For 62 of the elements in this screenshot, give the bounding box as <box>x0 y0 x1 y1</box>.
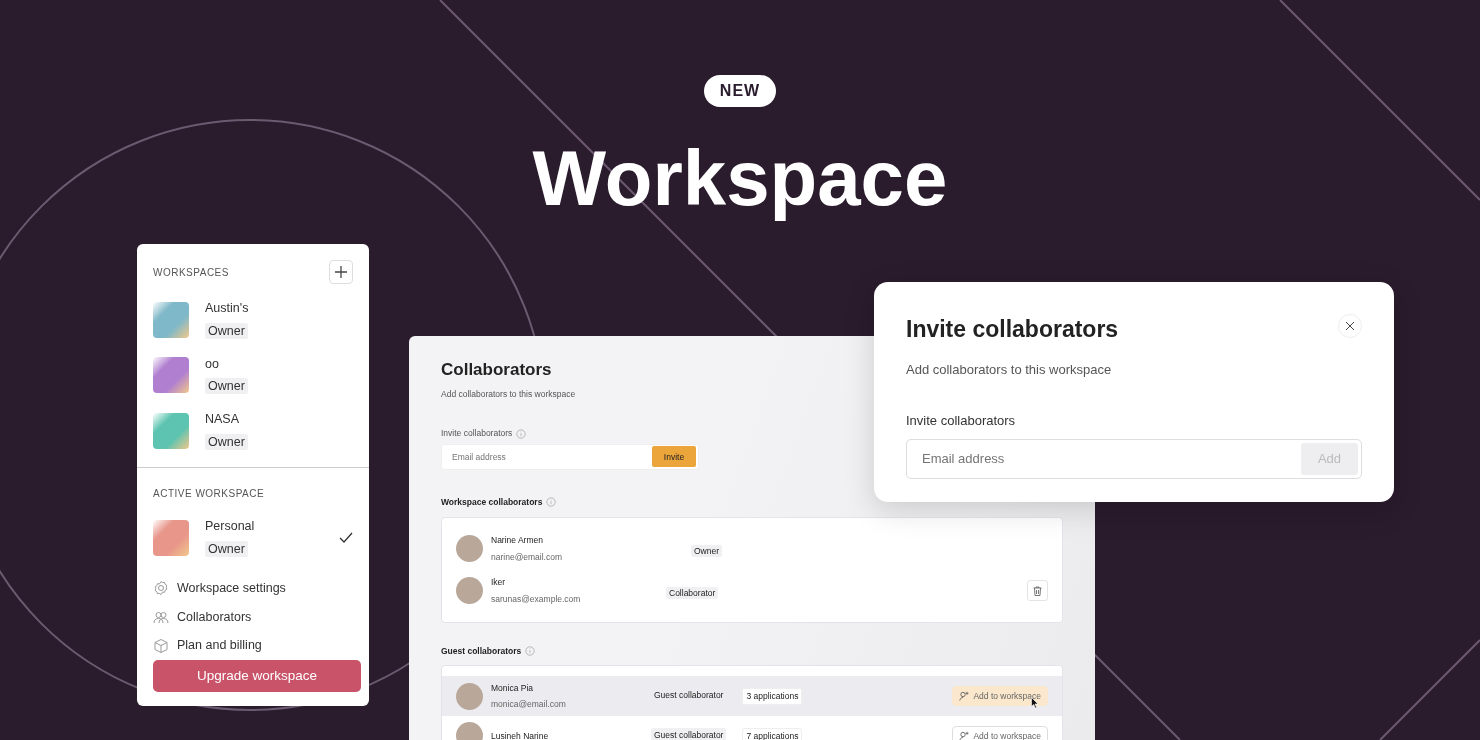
section-heading: Workspace collaborators <box>441 495 543 509</box>
plus-icon <box>334 265 348 279</box>
gear-icon <box>153 580 169 597</box>
dialog-title: Invite collaborators <box>906 316 1119 344</box>
delete-button[interactable] <box>1027 580 1048 602</box>
applications-count: 7 applications <box>742 727 803 740</box>
applications-count: 3 applications <box>742 688 803 705</box>
role-label: Collaborator <box>666 586 719 599</box>
workspace-item[interactable]: NASA Owner <box>137 403 369 459</box>
role-label: Owner <box>205 433 248 450</box>
new-badge: NEW <box>704 75 776 107</box>
menu-link[interactable]: Collaborators <box>137 602 369 632</box>
dialog-subtitle: Add collaborators to this workspace <box>906 360 1113 379</box>
person-email: monica@email.com <box>491 698 567 712</box>
upgrade-button[interactable]: Upgrade workspace <box>153 660 361 692</box>
add-to-workspace-button[interactable]: Add to workspace <box>952 725 1048 740</box>
menu-link[interactable]: Workspace settings <box>137 573 369 603</box>
person-add-icon <box>959 730 970 740</box>
field-label: Invite collaborators <box>906 412 1017 431</box>
info-icon <box>516 428 527 439</box>
trash-icon <box>1033 585 1042 596</box>
workspace-name: Austin's <box>205 300 250 317</box>
section-heading: ACTIVE WORKSPACE <box>153 487 265 499</box>
avatar <box>456 535 483 563</box>
avatar <box>456 577 483 605</box>
close-button[interactable] <box>1338 314 1362 338</box>
box-icon <box>153 637 169 654</box>
person-email: narine@email.com <box>491 550 563 564</box>
workspace-name: Personal <box>205 518 256 536</box>
role-label: Guest collaborator <box>651 727 727 740</box>
guest-row[interactable]: Monica Pia monica@email.com Guest collaborator 3 applications Add to workspace <box>442 676 1062 717</box>
add-to-workspace-button[interactable]: Add to workspace <box>952 686 1048 707</box>
invite-button[interactable]: Invite <box>652 446 696 468</box>
field-label: Invite collaborators <box>441 427 513 440</box>
avatar <box>456 682 483 710</box>
add-workspace-button[interactable] <box>329 260 353 284</box>
close-icon <box>1345 321 1355 331</box>
person-name: Monica Pia <box>491 681 535 695</box>
section-heading: WORKSPACES <box>153 265 229 280</box>
info-icon <box>525 646 536 656</box>
workspace-item[interactable]: Personal Owner <box>137 510 369 566</box>
workspace-name: NASA <box>205 411 241 428</box>
menu-link[interactable]: Plan and billing <box>137 631 369 660</box>
workspace-name: oo <box>205 355 220 373</box>
section-heading: Guest collaborators <box>441 644 522 658</box>
role-label: Owner <box>205 322 248 339</box>
person-name: Lusineh Narine <box>491 729 550 740</box>
role-label: Owner <box>205 541 248 557</box>
page-title: Collaborators <box>441 360 552 381</box>
headline: Workspace <box>531 133 949 224</box>
guest-row[interactable]: Lusineh Narine Guest collaborator 7 applications Add to workspace <box>442 716 1062 740</box>
workspace-item[interactable]: Austin's Owner <box>137 292 369 348</box>
role-label: Owner <box>205 378 248 395</box>
page-subtitle: Add collaborators to this workspace <box>441 388 577 402</box>
info-icon <box>546 497 557 508</box>
person-name: Narine Armen <box>491 533 544 547</box>
person-email: sarunas@example.com <box>491 592 582 606</box>
email-field[interactable]: Email address Invite <box>441 443 699 470</box>
person-add-icon <box>959 691 970 702</box>
workspace-item[interactable]: oo Owner <box>137 347 369 403</box>
role-label: Owner <box>691 544 723 557</box>
person-name: Iker <box>491 575 507 589</box>
